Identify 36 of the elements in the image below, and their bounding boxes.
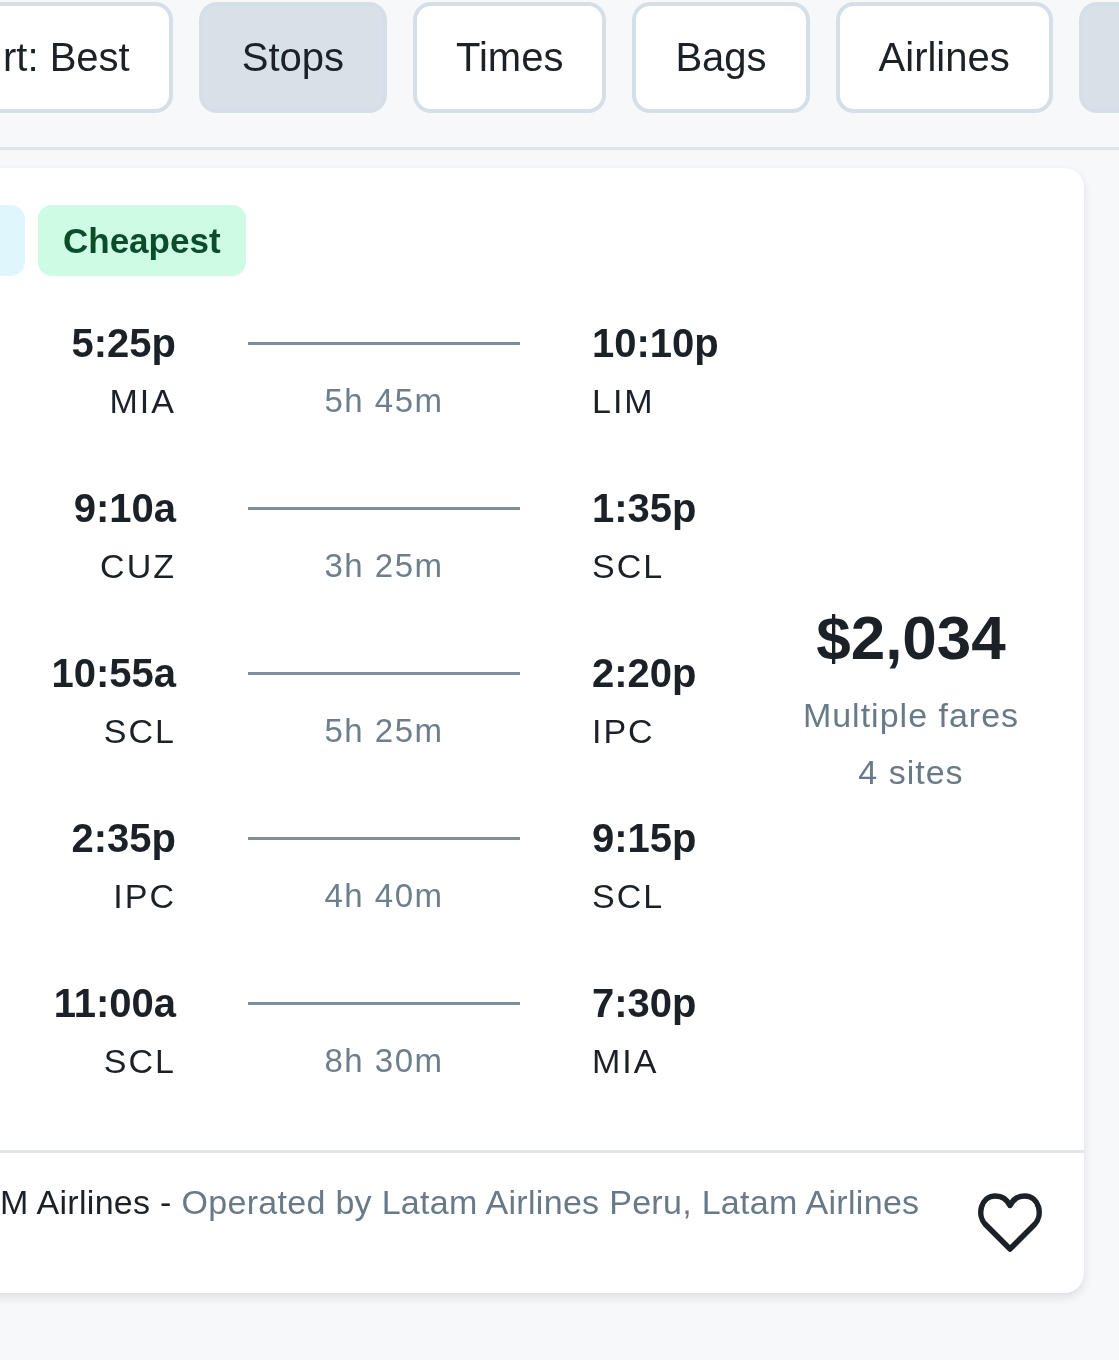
arrival-airport: SCL bbox=[592, 876, 665, 917]
price: $2,034 bbox=[816, 601, 1006, 674]
filter-chip[interactable]: Stops bbox=[198, 2, 387, 113]
result-tag: Cheapest bbox=[38, 205, 246, 276]
flight-duration: 5h 45m bbox=[324, 381, 444, 421]
departure-time: 2:35p bbox=[71, 815, 176, 862]
flight-duration: 5h 25m bbox=[324, 711, 444, 751]
departure-airport: SCL bbox=[103, 1041, 176, 1082]
departure-time: 10:55a bbox=[51, 650, 176, 697]
site-count: 4 sites bbox=[858, 751, 964, 793]
arrival-time: 9:15p bbox=[592, 815, 697, 862]
departure-airport: MIA bbox=[109, 381, 176, 422]
flight-duration: 8h 30m bbox=[324, 1041, 444, 1081]
arrival-time: 2:20p bbox=[592, 650, 697, 697]
fare-type: Multiple fares bbox=[802, 694, 1020, 736]
heart-icon[interactable] bbox=[977, 1193, 1043, 1253]
departure-time: 11:00a bbox=[53, 980, 176, 1027]
filter-chip[interactable]: Airlines bbox=[835, 2, 1053, 113]
departure-time: 5:25p bbox=[71, 320, 176, 367]
arrival-airport: LIM bbox=[592, 381, 655, 422]
airline-info: M Airlines - Operated by Latam Airlines Peru, Latam Airlines bbox=[0, 1182, 920, 1223]
arrival-airport: SCL bbox=[592, 546, 665, 587]
flight-duration: 3h 25m bbox=[324, 546, 444, 586]
filter-chip[interactable]: Times bbox=[413, 2, 607, 113]
arrival-airport: MIA bbox=[592, 1041, 659, 1082]
flight-duration: 4h 40m bbox=[324, 876, 444, 916]
departure-airport: IPC bbox=[113, 876, 176, 917]
departure-time: 9:10a bbox=[73, 485, 176, 532]
departure-airport: SCL bbox=[103, 711, 176, 752]
departure-airport: CUZ bbox=[100, 546, 176, 587]
arrival-airport: IPC bbox=[592, 711, 655, 752]
arrival-time: 7:30p bbox=[592, 980, 697, 1027]
filter-chip[interactable]: Bags bbox=[632, 2, 810, 113]
filter-chip[interactable]: rt: Best bbox=[0, 2, 173, 113]
arrival-time: 10:10p bbox=[592, 320, 719, 367]
arrival-time: 1:35p bbox=[592, 485, 697, 532]
